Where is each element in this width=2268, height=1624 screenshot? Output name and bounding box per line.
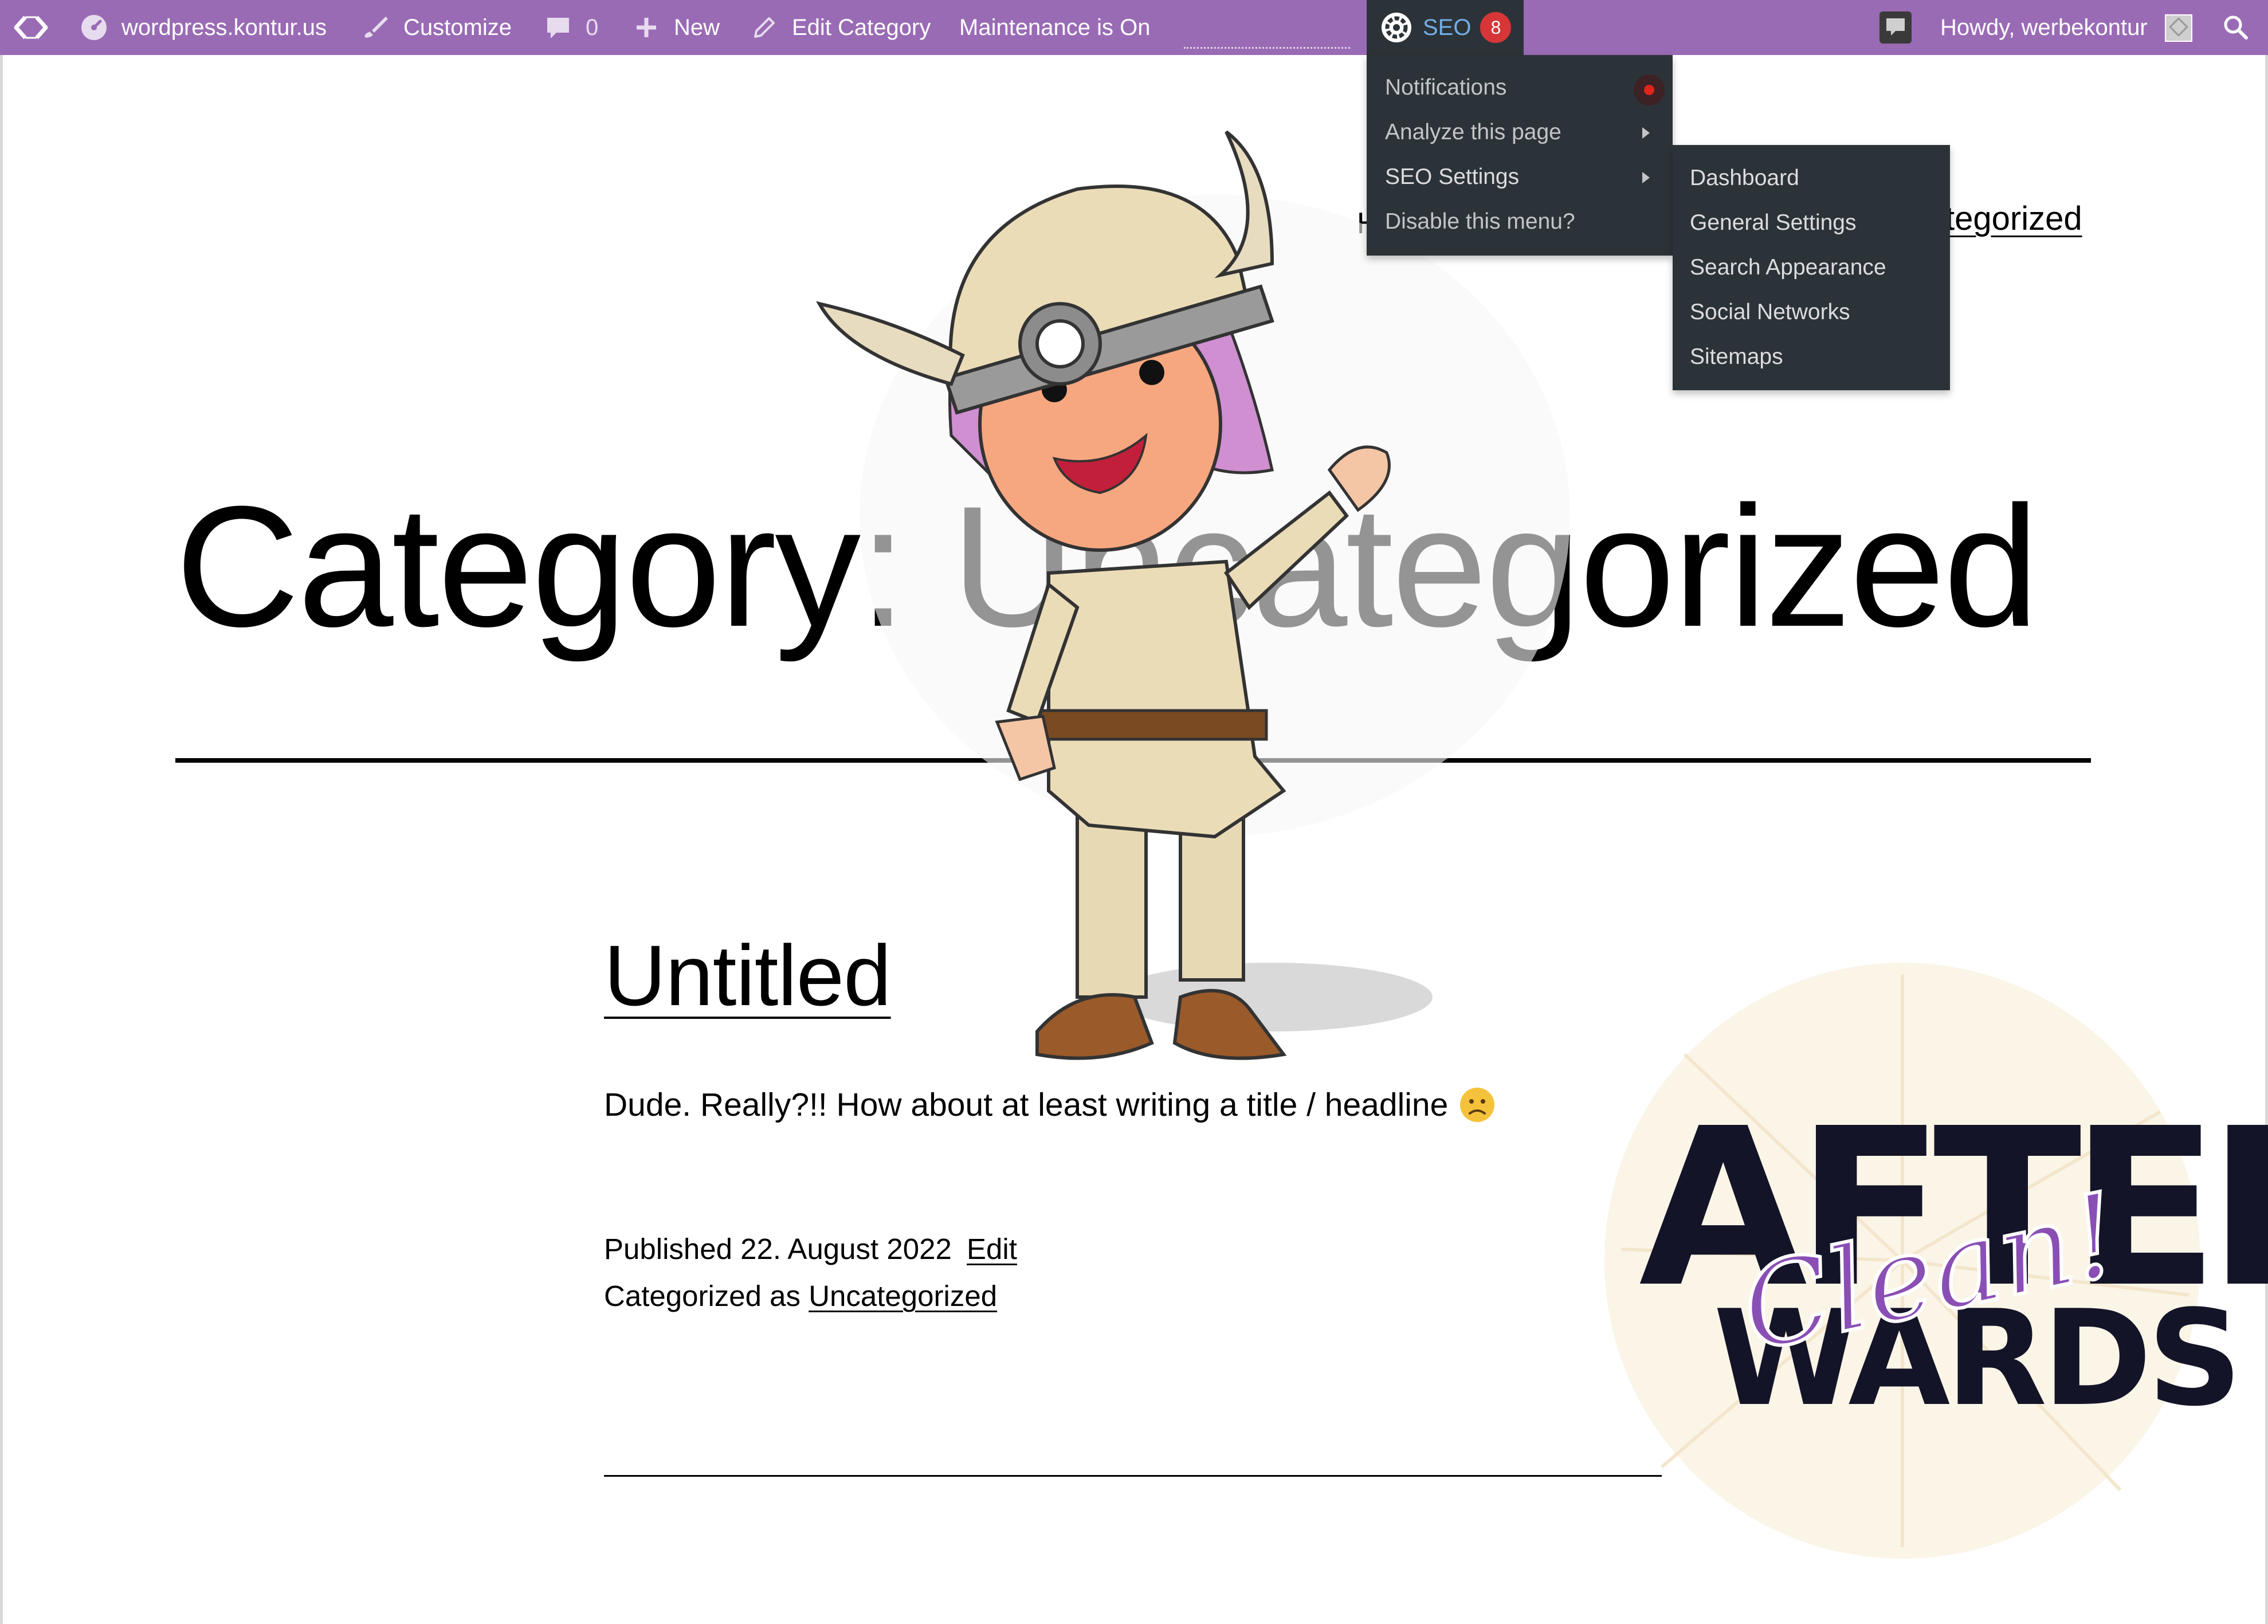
viking-mascot-image: [816, 130, 1570, 1060]
dashboard-gauge-icon: [78, 11, 110, 44]
customize-label: Customize: [403, 14, 512, 40]
edit-post-link[interactable]: Edit: [967, 1233, 1017, 1265]
seo-menu-notifications[interactable]: Notifications: [1385, 65, 1506, 110]
seo-menu-settings[interactable]: SEO Settings: [1385, 155, 1519, 199]
seo-gear-icon: [1382, 13, 1411, 42]
published-prefix: Published: [604, 1233, 732, 1265]
howdy-label: Howdy, werbekontur: [1940, 14, 2148, 40]
comments-count: 0: [586, 14, 599, 40]
post-category-meta: Categorized as Uncategorized: [604, 1279, 997, 1313]
post-published-meta: Published 22. August 2022 Edit: [604, 1232, 1017, 1266]
comments-link[interactable]: 0: [542, 0, 598, 55]
search-icon: [2224, 15, 2248, 40]
post-separator: [604, 1475, 1662, 1477]
seo-notification-badge: 8: [1480, 12, 1512, 43]
submenu-sitemaps[interactable]: Sitemaps: [1690, 335, 1783, 379]
maintenance-status-link[interactable]: Maintenance is On: [959, 0, 1151, 55]
seo-menu-analyze[interactable]: Analyze this page: [1385, 110, 1561, 155]
edit-category-label: Edit Category: [792, 14, 931, 40]
wp-logo-button[interactable]: [13, 0, 49, 55]
notification-dot-icon: [1634, 74, 1665, 105]
site-name-label: wordpress.kontur.us: [121, 14, 327, 40]
search-button[interactable]: [2220, 11, 2252, 44]
seo-label: SEO: [1423, 14, 1472, 40]
account-menu-link[interactable]: Howdy, werbekontur: [1940, 0, 2148, 55]
seo-menu-disable[interactable]: Disable this menu?: [1385, 199, 1575, 244]
speech-note-icon: [1879, 11, 1912, 44]
site-name-link[interactable]: wordpress.kontur.us: [78, 0, 327, 55]
new-content-link[interactable]: New: [630, 0, 720, 55]
nav-category-link[interactable]: tegorized: [1945, 199, 2082, 238]
category-link[interactable]: Uncategorized: [809, 1280, 997, 1312]
submenu-search-appearance[interactable]: Search Appearance: [1690, 245, 1886, 290]
site-logo-icon: [14, 15, 48, 40]
chevron-right-icon: [1642, 172, 1650, 183]
avatar[interactable]: [2165, 14, 2192, 42]
seo-dropdown-menu: Notifications Analyze this page SEO Sett…: [1367, 55, 1673, 256]
seo-settings-submenu: Dashboard General Settings Search Appear…: [1673, 145, 1950, 390]
admin-bar: wordpress.kontur.us Customize 0 New Edit…: [0, 0, 2268, 55]
edit-category-link[interactable]: Edit Category: [748, 0, 931, 55]
comment-bubble-icon: [542, 11, 574, 44]
maintenance-dotted-underline: [1184, 47, 1350, 49]
submenu-general-settings[interactable]: General Settings: [1690, 201, 1857, 245]
chevron-right-icon: [1642, 127, 1650, 139]
categorized-prefix: Categorized as: [604, 1280, 801, 1312]
published-date: 22. August 2022: [740, 1233, 952, 1265]
seo-menu-button[interactable]: SEO 8: [1367, 0, 1524, 55]
customize-link[interactable]: Customize: [360, 0, 512, 55]
notes-button[interactable]: [1877, 0, 1914, 55]
new-label: New: [674, 14, 720, 40]
submenu-dashboard[interactable]: Dashboard: [1690, 156, 1799, 201]
maintenance-label: Maintenance is On: [959, 14, 1151, 40]
paintbrush-icon: [360, 11, 392, 44]
plus-icon: [630, 11, 662, 44]
afterwards-logo-sticker: AFTER WARDS Clean!: [1604, 963, 2268, 1559]
pencil-icon: [748, 11, 780, 44]
submenu-social-networks[interactable]: Social Networks: [1690, 290, 1850, 335]
